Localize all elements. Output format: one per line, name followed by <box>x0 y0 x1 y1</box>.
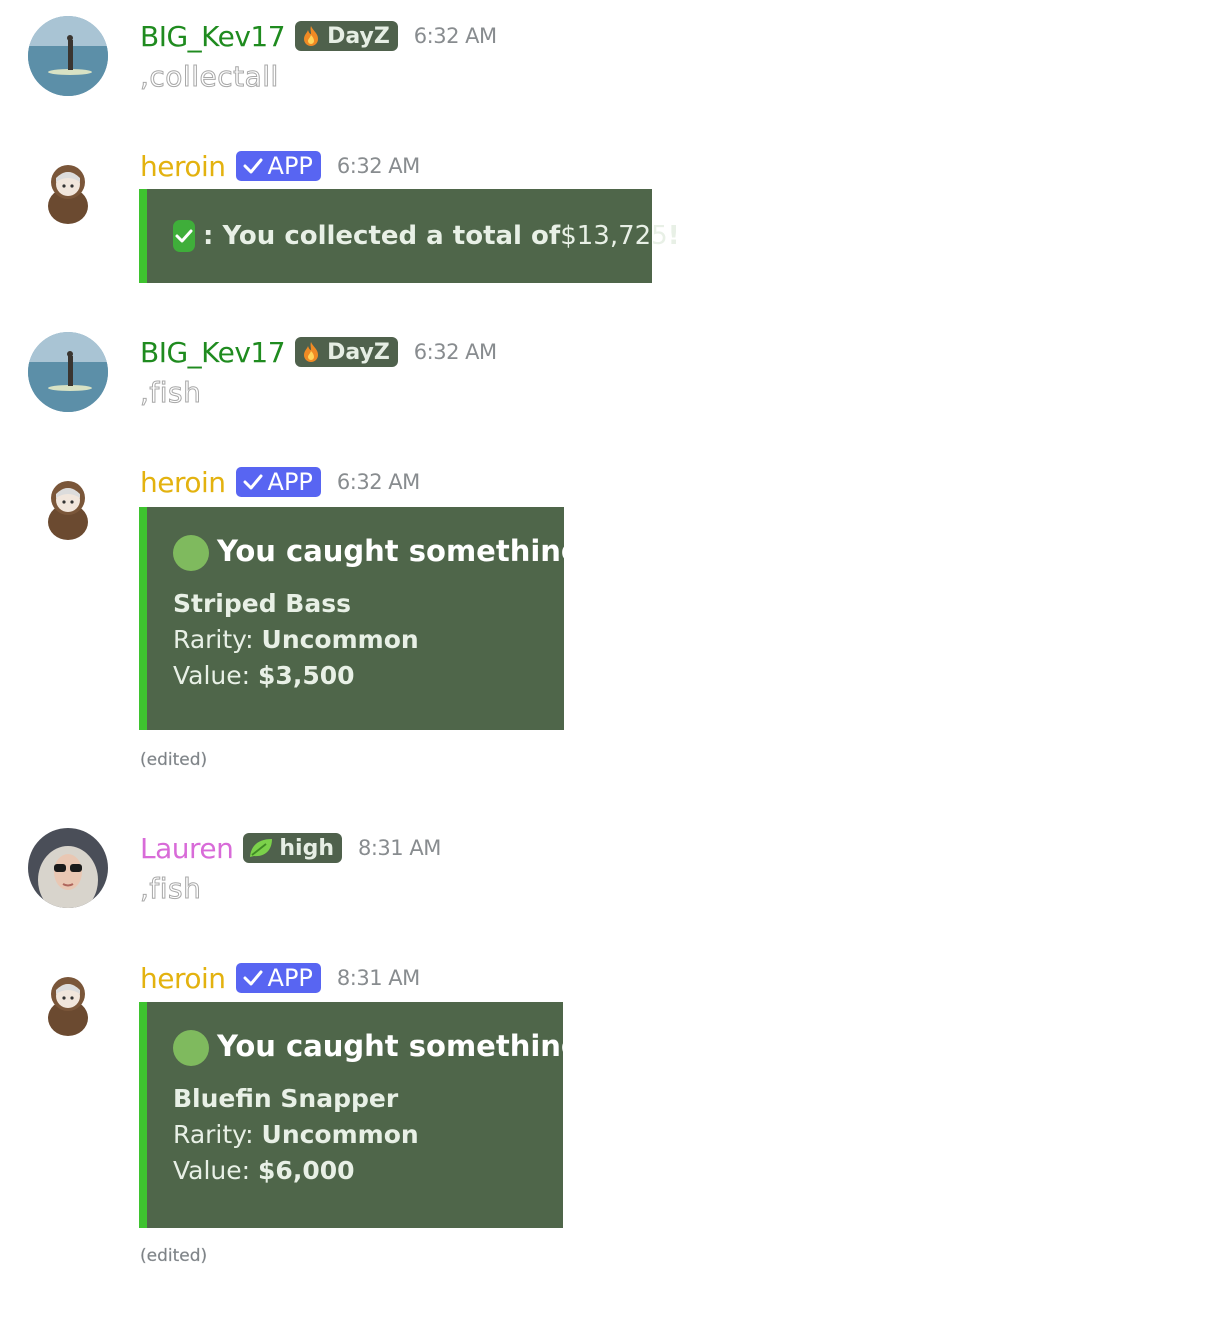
embed-amount: $13,725 <box>560 221 668 251</box>
app-badge-label: APP <box>267 468 313 496</box>
rarity-label: Rarity: <box>173 625 262 654</box>
green-circle-icon <box>173 1030 209 1066</box>
avatar[interactable] <box>28 16 108 96</box>
embed: You caught something! Striped Bass Rarit… <box>139 507 595 730</box>
avatar[interactable] <box>28 468 108 548</box>
value-amount: $6,000 <box>258 1156 355 1185</box>
value-label: Value: <box>173 661 259 690</box>
embed-title: You caught something! <box>173 1026 595 1066</box>
embed-suffix: ! <box>667 221 680 251</box>
checkmark-icon <box>242 967 264 989</box>
app-badge-label: APP <box>267 152 313 180</box>
role-badge[interactable]: DayZ <box>295 21 398 51</box>
message-text: ,fish <box>139 376 202 410</box>
app-badge-label: APP <box>267 964 313 992</box>
app-badge: APP <box>235 467 321 497</box>
checkmark-icon <box>242 471 264 493</box>
role-badge[interactable]: high <box>243 833 342 863</box>
fish-name: Striped Bass <box>173 589 351 618</box>
embed-title-text: You caught something! <box>217 1029 595 1063</box>
checkmark-icon <box>242 155 264 177</box>
avatar[interactable] <box>28 332 108 412</box>
avatar[interactable] <box>28 964 108 1044</box>
timestamp: 6:32 AM <box>413 24 497 48</box>
message-text: ,fish <box>139 872 202 906</box>
username[interactable]: heroin <box>140 150 226 183</box>
avatar[interactable] <box>28 152 108 232</box>
username[interactable]: Lauren <box>140 832 234 865</box>
username[interactable]: heroin <box>140 962 226 995</box>
app-badge: APP <box>235 151 321 181</box>
fire-icon <box>299 340 323 364</box>
timestamp: 6:32 AM <box>413 340 497 364</box>
fish-name: Bluefin Snapper <box>173 1084 399 1113</box>
timestamp: 8:31 AM <box>358 836 441 860</box>
fire-icon <box>299 24 323 48</box>
value-label: Value: <box>173 1156 259 1185</box>
avatar[interactable] <box>28 828 108 908</box>
timestamp: 6:32 AM <box>336 470 420 494</box>
timestamp: 8:31 AM <box>336 966 420 990</box>
username[interactable]: BIG_Kev17 <box>140 336 286 369</box>
leaf-icon <box>247 836 275 860</box>
green-circle-icon <box>173 535 209 571</box>
role-label: DayZ <box>327 339 390 365</box>
rarity-value: Uncommon <box>261 1120 419 1149</box>
edited-label: (edited) <box>140 1246 208 1266</box>
timestamp: 6:32 AM <box>336 154 420 178</box>
message-text: ,collectall <box>140 60 279 94</box>
rarity-value: Uncommon <box>261 625 419 654</box>
embed: You caught something! Bluefin Snapper Ra… <box>139 1002 595 1228</box>
username[interactable]: heroin <box>140 466 226 499</box>
embed-title-text: You caught something! <box>217 534 595 568</box>
rarity-label: Rarity: <box>173 1120 262 1149</box>
embed: : You collected a total of $13,725! <box>139 189 680 283</box>
app-badge: APP <box>235 963 321 993</box>
role-label: DayZ <box>327 23 390 49</box>
username[interactable]: BIG_Kev17 <box>140 20 286 53</box>
edited-label: (edited) <box>140 750 208 770</box>
role-label: high <box>279 835 334 861</box>
role-badge[interactable]: DayZ <box>295 337 398 367</box>
value-amount: $3,500 <box>258 661 355 690</box>
checkmark-box-icon <box>173 220 195 252</box>
embed-text: : You collected a total of <box>203 221 561 251</box>
embed-title: You caught something! <box>173 531 595 571</box>
